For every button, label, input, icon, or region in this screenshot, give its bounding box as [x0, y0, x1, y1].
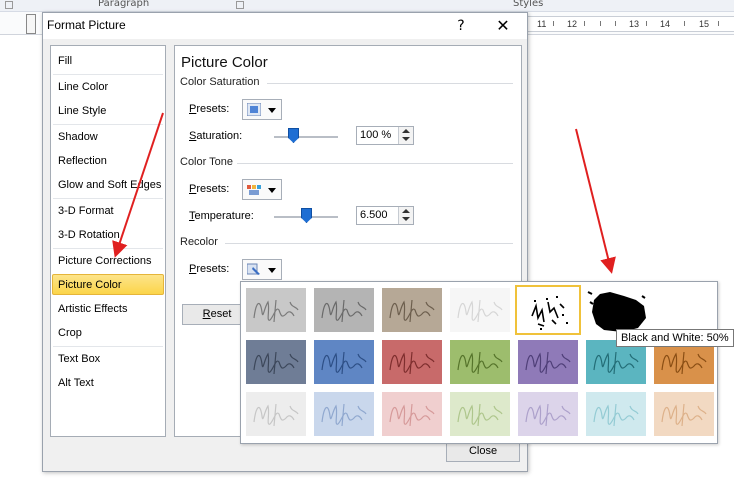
- annotation-arrows: [112, 112, 616, 274]
- red-arrow-left: [112, 112, 164, 258]
- red-arrow-right: [575, 128, 616, 274]
